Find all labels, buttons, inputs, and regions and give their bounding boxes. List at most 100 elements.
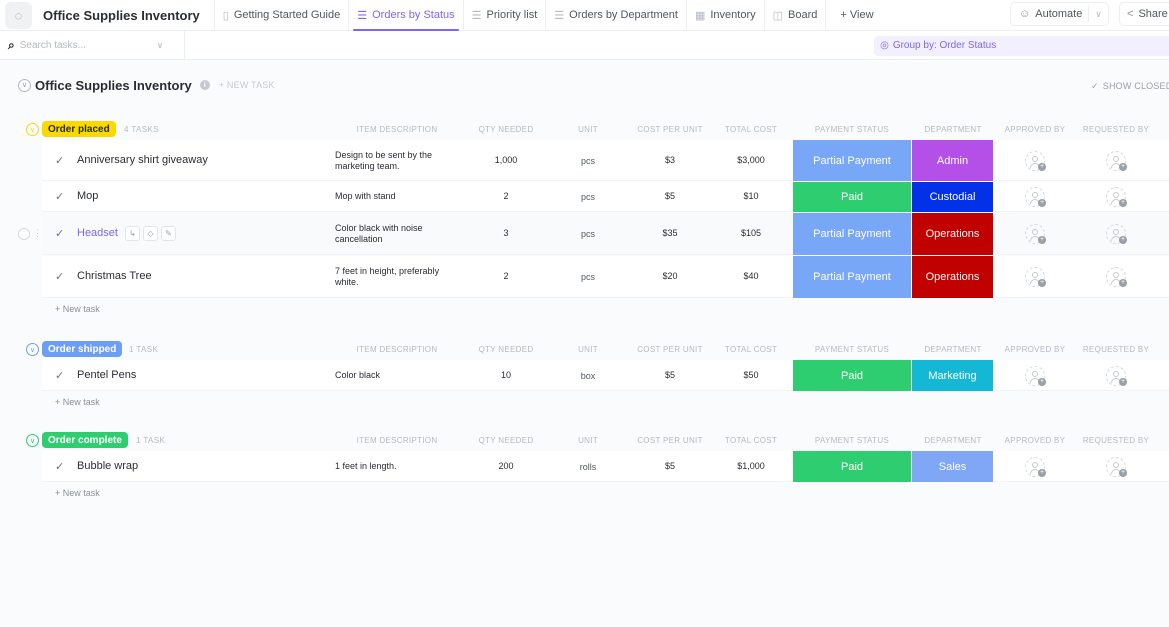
unit[interactable]: box	[581, 371, 596, 381]
new-task-button[interactable]: + New task	[55, 304, 100, 314]
qty-needed[interactable]: 200	[498, 461, 513, 471]
total-cost[interactable]: $10	[743, 191, 758, 201]
unit[interactable]: pcs	[581, 272, 595, 282]
payment-status-cell[interactable]: Paid	[793, 360, 911, 391]
approved-by-add-icon[interactable]: +	[1025, 150, 1046, 171]
tab-inventory[interactable]: ▦ Inventory	[685, 0, 764, 31]
column-header-item-description[interactable]: ITEM DESCRIPTION	[357, 125, 438, 134]
task-name[interactable]: Headset	[77, 227, 118, 239]
task-row[interactable]: ✓ Headset ↳ ◇ ✎ Color black with noise c…	[42, 213, 1169, 255]
collapse-group-icon[interactable]: ∨	[26, 343, 39, 356]
select-task-checkbox[interactable]	[18, 228, 30, 240]
tab-board[interactable]: ◫ Board	[763, 0, 826, 31]
task-row[interactable]: ✓ Pentel Pens Color black 10 box $5 $50 P…	[42, 360, 1169, 391]
tab-orders-by-status[interactable]: ☰ Orders by Status	[348, 0, 462, 31]
approved-by-add-icon[interactable]: +	[1025, 187, 1046, 207]
department-cell[interactable]: Custodial	[912, 182, 993, 212]
tab-orders-by-department[interactable]: ☰ Orders by Department	[545, 0, 686, 31]
item-description[interactable]: 1 feet in length.	[335, 461, 455, 472]
tab-getting-started-guide[interactable]: ▯ Getting Started Guide	[213, 0, 348, 31]
total-cost[interactable]: $50	[743, 370, 758, 380]
collapse-icon[interactable]: ∨	[18, 78, 31, 92]
unit[interactable]: pcs	[581, 192, 595, 202]
column-header-department[interactable]: DEPARTMENT	[924, 436, 981, 445]
task-name[interactable]: Christmas Tree	[77, 270, 152, 282]
qty-needed[interactable]: 2	[503, 271, 508, 281]
requested-by-add-icon[interactable]: +	[1106, 267, 1127, 287]
task-name[interactable]: Bubble wrap	[77, 460, 138, 472]
cost-per-unit[interactable]: $20	[662, 271, 677, 281]
check-icon[interactable]: ✓	[55, 369, 64, 382]
payment-status-cell[interactable]: Paid	[793, 182, 911, 212]
column-header-unit[interactable]: UNIT	[578, 345, 598, 354]
space-loading-icon[interactable]: ◌	[5, 1, 32, 29]
collapse-group-icon[interactable]: ∨	[26, 434, 39, 447]
column-header-payment-status[interactable]: PAYMENT STATUS	[815, 125, 889, 134]
item-description[interactable]: Mop with stand	[335, 191, 455, 202]
department-cell[interactable]: Operations	[912, 213, 993, 255]
chevron-down-icon[interactable]: ∨	[1088, 6, 1108, 22]
payment-status-cell[interactable]: Partial Payment	[793, 213, 911, 255]
requested-by-add-icon[interactable]: +	[1106, 187, 1127, 207]
total-cost[interactable]: $105	[741, 228, 761, 238]
column-header-requested-by[interactable]: REQUESTED BY	[1083, 125, 1149, 134]
column-header-requested-by[interactable]: REQUESTED BY	[1083, 436, 1149, 445]
item-description[interactable]: 7 feet in height, preferably white.	[335, 266, 455, 288]
column-header-payment-status[interactable]: PAYMENT STATUS	[815, 345, 889, 354]
edit-icon[interactable]: ✎	[161, 226, 176, 241]
column-header-total-cost[interactable]: TOTAL COST	[725, 345, 777, 354]
item-description[interactable]: Design to be sent by the marketing team.	[335, 150, 455, 172]
check-icon[interactable]: ✓	[55, 190, 64, 203]
cost-per-unit[interactable]: $35	[662, 228, 677, 238]
column-header-total-cost[interactable]: TOTAL COST	[725, 125, 777, 134]
column-header-unit[interactable]: UNIT	[578, 436, 598, 445]
column-header-unit[interactable]: UNIT	[578, 125, 598, 134]
column-header-cost-per-unit[interactable]: COST PER UNIT	[637, 125, 703, 134]
cost-per-unit[interactable]: $5	[665, 191, 675, 201]
approved-by-add-icon[interactable]: +	[1025, 365, 1046, 386]
task-row[interactable]: ✓ Anniversary shirt giveaway Design to be…	[42, 140, 1169, 181]
check-icon[interactable]: ✓	[55, 460, 64, 473]
new-task-button[interactable]: + New task	[55, 397, 100, 407]
requested-by-add-icon[interactable]: +	[1106, 456, 1127, 477]
column-header-qty-needed[interactable]: QTY NEEDED	[479, 345, 534, 354]
approved-by-add-icon[interactable]: +	[1025, 224, 1046, 244]
requested-by-add-icon[interactable]: +	[1106, 224, 1127, 244]
approved-by-add-icon[interactable]: +	[1025, 456, 1046, 477]
task-name[interactable]: Anniversary shirt giveaway	[77, 154, 208, 166]
cost-per-unit[interactable]: $5	[665, 461, 675, 471]
task-name[interactable]: Pentel Pens	[77, 369, 136, 381]
payment-status-cell[interactable]: Partial Payment	[793, 256, 911, 298]
column-header-requested-by[interactable]: REQUESTED BY	[1083, 345, 1149, 354]
task-row[interactable]: ✓ Mop Mop with stand 2 pcs $5 $10 Paid Cu…	[42, 182, 1169, 212]
column-header-department[interactable]: DEPARTMENT	[924, 125, 981, 134]
task-row[interactable]: ✓ Bubble wrap 1 feet in length. 200 rolls…	[42, 451, 1169, 482]
total-cost[interactable]: $3,000	[737, 155, 765, 165]
column-header-approved-by[interactable]: APPROVED BY	[1005, 125, 1066, 134]
requested-by-add-icon[interactable]: +	[1106, 365, 1127, 386]
column-header-approved-by[interactable]: APPROVED BY	[1005, 436, 1066, 445]
task-name[interactable]: Mop	[77, 190, 98, 202]
column-header-item-description[interactable]: ITEM DESCRIPTION	[357, 436, 438, 445]
payment-status-cell[interactable]: Partial Payment	[793, 140, 911, 181]
tab-priority-list[interactable]: ☰ Priority list	[462, 0, 546, 31]
status-pill[interactable]: Order shipped	[42, 341, 123, 357]
item-description[interactable]: Color black with noise cancellation	[335, 223, 455, 245]
unit[interactable]: rolls	[580, 462, 597, 472]
requested-by-add-icon[interactable]: +	[1106, 150, 1127, 171]
column-header-qty-needed[interactable]: QTY NEEDED	[479, 436, 534, 445]
qty-needed[interactable]: 2	[503, 191, 508, 201]
column-header-total-cost[interactable]: TOTAL COST	[725, 436, 777, 445]
tag-icon[interactable]: ◇	[143, 226, 158, 241]
qty-needed[interactable]: 1,000	[495, 155, 518, 165]
chevron-down-icon[interactable]: ∨	[157, 40, 164, 51]
automate-button[interactable]: ☺ Automate ∨	[1010, 2, 1109, 26]
status-pill[interactable]: Order complete	[42, 432, 128, 448]
task-row[interactable]: ✓ Christmas Tree 7 feet in height, prefer…	[42, 256, 1169, 298]
add-view-button[interactable]: + View	[825, 0, 887, 31]
search-input[interactable]	[19, 39, 155, 51]
total-cost[interactable]: $40	[743, 271, 758, 281]
qty-needed[interactable]: 10	[501, 370, 511, 380]
cost-per-unit[interactable]: $5	[665, 370, 675, 380]
column-header-cost-per-unit[interactable]: COST PER UNIT	[637, 345, 703, 354]
